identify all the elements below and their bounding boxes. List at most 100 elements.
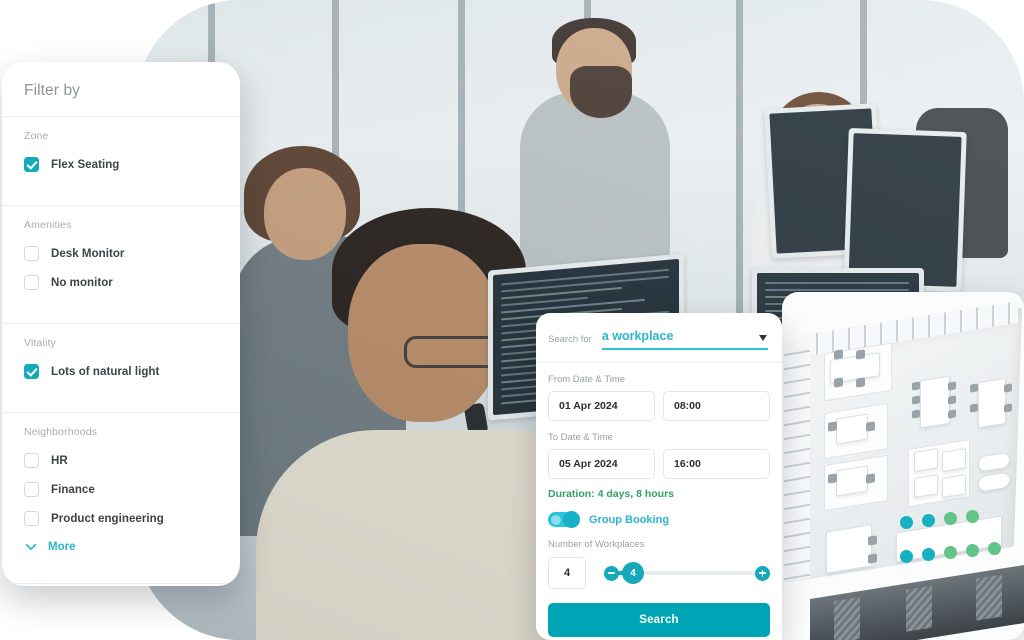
floor-plan-chair [912,409,920,419]
filter-group-zone: Zone Flex Seating [2,117,240,189]
filter-group-title: Neighborhoods [24,426,98,438]
chevron-down-icon [759,335,767,341]
workplaces-slider[interactable]: 4 [596,562,770,584]
seat-marker-selected[interactable] [944,546,957,559]
screenshot-stage: Filter by Zone Flex Seating Amenities De… [0,0,1024,640]
filter-panel-title: Filter by [24,82,81,99]
filter-group-amenities: Amenities Desk Monitor No monitor [2,206,240,307]
floor-plan-chair [970,383,978,393]
duration-text: Duration: 4 days, 8 hours [548,488,675,500]
workplaces-number-input[interactable]: 4 [548,557,586,589]
filter-option-label: No monitor [51,276,113,289]
filter-group-title: Zone [24,130,49,142]
from-time-input[interactable]: 08:00 [663,391,770,421]
seat-marker-selected[interactable] [944,512,957,525]
filter-option-label: Product engineering [51,512,164,525]
seat-marker-selected[interactable] [966,544,979,557]
seat-marker-available[interactable] [900,516,913,529]
filter-option-desk-monitor[interactable]: Desk Monitor [24,241,240,266]
seat-marker-available[interactable] [900,550,913,563]
checkbox-icon[interactable] [24,157,39,172]
filter-option-label: Flex Seating [51,158,120,171]
filter-option-hr[interactable]: HR [24,448,240,473]
checkbox-icon[interactable] [24,482,39,497]
floor-plan-left-wall [784,337,810,583]
checkbox-icon[interactable] [24,364,39,379]
increment-button[interactable] [755,565,770,581]
floor-plan-render [782,292,1024,640]
filter-option-lots-of-natural-light[interactable]: Lots of natural light [24,359,240,384]
filter-group-vitality: Vitality Lots of natural light [2,324,240,396]
filter-panel: Filter by Zone Flex Seating Amenities De… [2,62,240,586]
floor-plan-chair [866,421,875,432]
floor-plan-card[interactable] [782,292,1024,640]
floor-plan-chair [834,377,843,388]
show-more-label: More [48,541,76,553]
number-of-workplaces-label: Number of Workplaces [548,539,645,550]
group-booking-row[interactable]: Group Booking [536,500,782,528]
floor-plan-base [810,565,1024,640]
filter-option-product-engineering[interactable]: Product engineering [24,506,240,531]
floor-plan-chair [912,381,920,391]
filter-group-title: Vitality [24,337,56,349]
checkbox-icon[interactable] [24,275,39,290]
floor-plan-chair [1004,403,1012,413]
group-booking-label: Group Booking [589,513,670,526]
floor-plan-chair [856,377,865,388]
floor-plan-chair [868,553,877,564]
filter-option-finance[interactable]: Finance [24,477,240,502]
seat-marker-selected[interactable] [966,510,979,523]
filter-option-label: Finance [51,483,95,496]
seat-marker-available[interactable] [922,514,935,527]
floor-plan-desk [942,474,966,498]
slider-handle[interactable]: 4 [622,562,644,584]
to-datetime-row: 05 Apr 2024 16:00 [548,449,770,479]
checkbox-icon[interactable] [24,511,39,526]
floor-plan-desk [978,377,1006,429]
search-for-row: Search for a workplace [536,313,782,350]
seat-marker-selected[interactable] [988,542,1001,555]
floor-plan-chair [948,395,956,405]
floor-plan-desk [942,448,966,472]
filter-option-label: Desk Monitor [51,247,125,260]
floor-plan-chair [912,395,920,405]
floor-plan-chair [868,535,877,546]
show-more-neighborhoods-button[interactable]: More [24,535,240,559]
search-for-select[interactable]: a workplace [601,329,768,350]
filter-option-label: Lots of natural light [51,365,160,378]
checkbox-icon[interactable] [24,453,39,468]
floor-plan-chair [866,473,875,484]
checkbox-icon[interactable] [24,246,39,261]
filter-group-points-of-interest: Points of interest Close to Coffee Near … [2,584,240,586]
search-button[interactable]: Search [548,603,770,637]
floor-plan-chair [970,403,978,413]
filter-group-title: Amenities [24,219,72,231]
from-date-input[interactable]: 01 Apr 2024 [548,391,655,421]
from-datetime-label: From Date & Time [548,374,626,385]
to-time-input[interactable]: 16:00 [663,449,770,479]
floor-plan-chair [828,421,837,432]
floor-plan-chair [834,349,843,360]
search-for-value: a workplace [601,329,674,343]
floor-plan-chair [828,473,837,484]
chevron-down-icon [25,543,37,551]
floor-plan-desk [914,474,938,498]
from-datetime-field: From Date & Time 01 Apr 2024 08:00 [536,363,782,421]
booking-panel: Search for a workplace From Date & Time … [536,313,782,640]
floor-plan-chair [948,409,956,419]
floor-plan-chair [856,349,865,360]
to-date-input[interactable]: 05 Apr 2024 [548,449,655,479]
workplaces-slider-row: 4 4 [536,550,782,589]
group-booking-toggle[interactable] [548,511,580,528]
decrement-button[interactable] [604,565,619,581]
filter-group-neighborhoods: Neighborhoods HR Finance Product enginee… [2,413,240,567]
to-datetime-field: To Date & Time 05 Apr 2024 16:00 [536,421,782,479]
floor-plan-desk [914,448,938,472]
search-for-label: Search for [548,334,592,345]
to-datetime-label: To Date & Time [548,432,613,443]
filter-option-flex-seating[interactable]: Flex Seating [24,152,240,177]
seat-marker-available[interactable] [922,548,935,561]
floor-plan-desk [920,375,950,429]
filter-option-no-monitor[interactable]: No monitor [24,270,240,295]
floor-plan-desk [836,413,868,445]
